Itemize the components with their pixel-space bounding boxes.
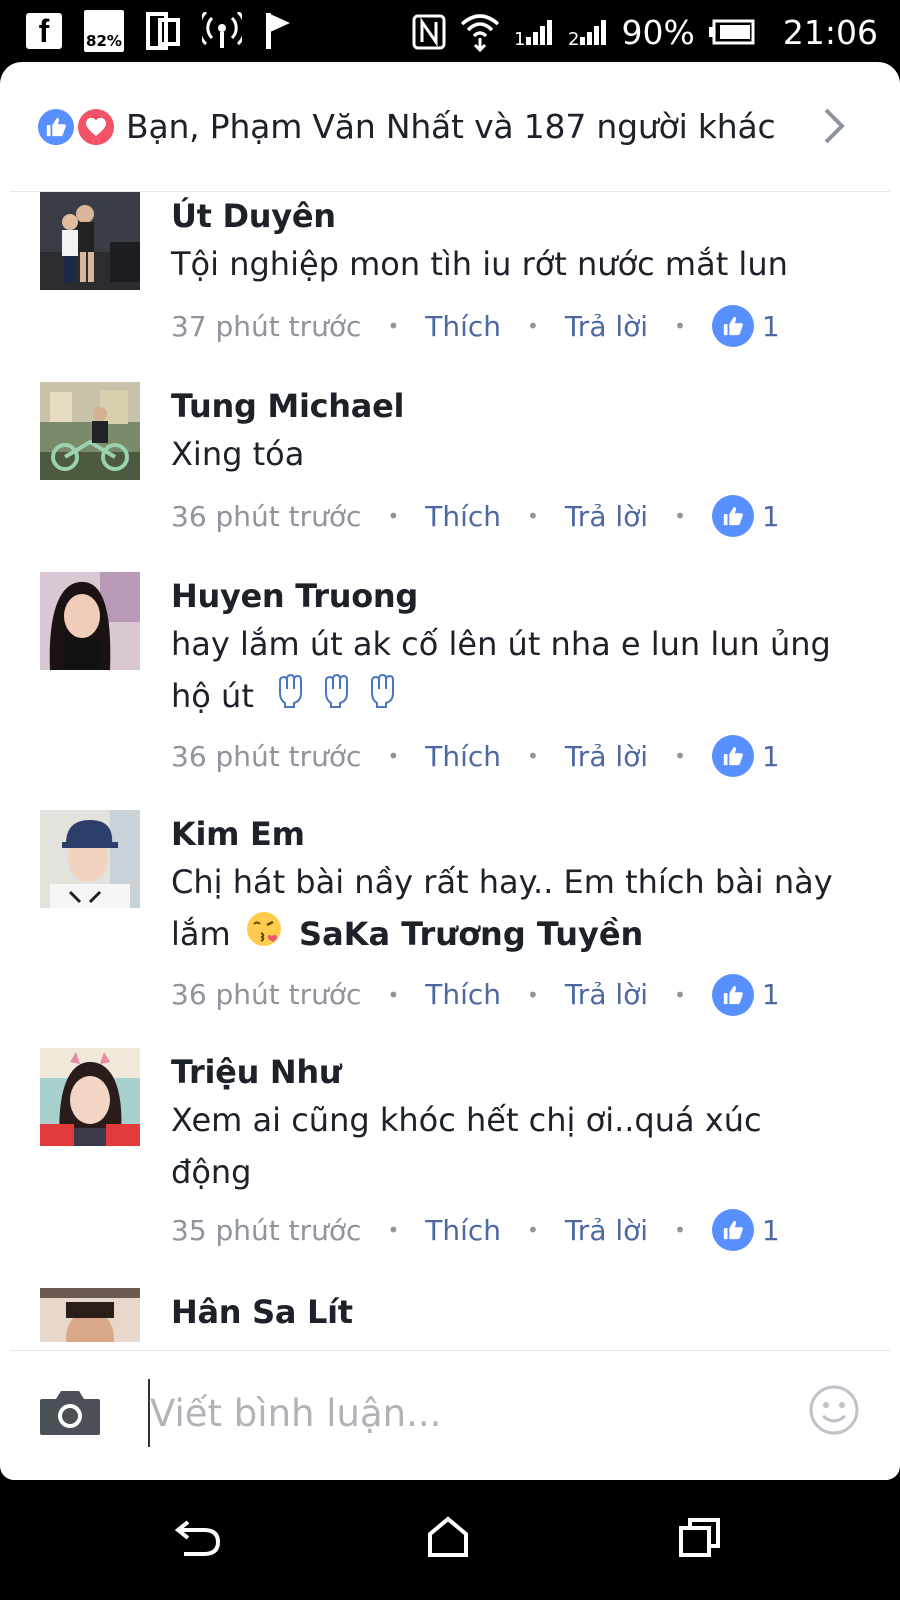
like-count: 1 [761,309,780,343]
comment-meta: 36 phút trước • Thích • Trả lời • 1 [171,973,861,1017]
commenter-name[interactable]: Hân Sa Lít [171,1292,861,1332]
like-count: 1 [761,739,780,773]
raised-fist-icon [276,672,306,724]
reply-button[interactable]: Trả lời [565,500,648,533]
comment-meta: 36 phút trước • Thích • Trả lời • 1 [171,494,861,538]
status-bar: f 82% 1 2 90% 21:06 [0,0,900,62]
like-count-icon[interactable] [711,495,754,537]
like-icon [36,106,76,147]
svg-text:2: 2 [568,29,579,47]
kissing-face-icon [245,910,283,963]
comments-sheet: Bạn, Phạm Văn Nhất và 187 người khác Út … [0,62,900,1480]
reactions-summary[interactable]: Bạn, Phạm Văn Nhất và 187 người khác [10,62,890,192]
clock: 21:06 [782,12,878,52]
battery-icon [708,19,755,45]
avatar[interactable] [40,192,140,290]
reactions-summary-text: Bạn, Phạm Văn Nhất và 187 người khác [126,107,776,146]
flag-app-icon [264,11,294,51]
raised-fist-icon [322,672,352,724]
comment-list[interactable]: Út Duyên Tội nghiệp mon tìh iu rớt nước … [0,192,900,1342]
recents-icon[interactable] [678,1516,722,1562]
signal-2-icon: 2 [568,17,608,47]
smiley-icon[interactable] [808,1384,860,1440]
comment-time: 36 phút trước [171,978,362,1011]
like-button[interactable]: Thích [425,500,501,533]
raised-fist-icon [368,672,398,724]
signal-1-icon: 1 [514,17,554,47]
back-icon[interactable] [174,1516,222,1562]
like-count: 1 [761,499,780,533]
comment-meta: 37 phút trước • Thích • Trả lời • 1 [171,304,861,348]
commenter-name[interactable]: Út Duyên [171,196,861,236]
commenter-name[interactable]: Huyen Truong [171,576,861,616]
like-count-icon[interactable] [711,1209,754,1251]
comment-composer [10,1350,890,1480]
wifi-icon [460,12,500,52]
mentioned-user[interactable]: SaKa Trương Tuyền [299,915,643,953]
commenter-name[interactable]: Kim Em [171,814,861,854]
comment-time: 35 phút trước [171,1213,362,1247]
navigation-bar [0,1480,900,1600]
reply-button[interactable]: Trả lời [565,310,648,343]
comment-input[interactable] [148,1379,768,1447]
home-icon[interactable] [426,1516,470,1562]
nfc-icon [412,14,446,50]
comment-text: hay lắm út ak cố lên út nha e lun lun ủn… [171,618,861,724]
avatar[interactable] [40,1288,140,1342]
comment-text: Tội nghiệp mon tìh iu rớt nước mắt lun [171,245,788,283]
reaction-icons [36,105,126,149]
comment-time: 36 phút trước [171,739,362,773]
reply-button[interactable]: Trả lời [565,1214,648,1247]
hotspot-icon [202,12,242,50]
reply-button[interactable]: Trả lời [565,978,648,1011]
like-button[interactable]: Thích [425,978,501,1011]
avatar[interactable] [40,1048,140,1146]
like-button[interactable]: Thích [425,740,501,773]
camera-icon[interactable] [38,1387,102,1441]
comment-text: Xem ai cũng khóc hết chị ơi..quá xúc độn… [171,1101,762,1191]
avatar[interactable] [40,810,140,908]
like-count: 1 [761,978,780,1011]
comment-meta: 36 phút trước • Thích • Trả lời • 1 [171,734,861,778]
comment-time: 36 phút trước [171,499,362,533]
like-button[interactable]: Thích [425,310,501,343]
reply-button[interactable]: Trả lời [565,740,648,773]
battery-percent: 90% [621,12,695,52]
comment-text: Chị hát bài nầy rất hay.. Em thích bài n… [171,856,861,963]
like-button[interactable]: Thích [425,1214,501,1247]
like-count-icon[interactable] [711,305,754,347]
commenter-name[interactable]: Tung Michael [171,386,861,426]
avatar[interactable] [40,572,140,670]
avatar[interactable] [40,382,140,480]
love-icon [76,106,116,147]
dual-screen-icon [146,12,180,50]
chevron-right-icon[interactable] [822,106,846,150]
facebook-icon: f [26,13,62,49]
like-count: 1 [761,1213,780,1247]
battery-saver-icon: 82% [84,10,124,52]
comment-meta: 35 phút trước • Thích • Trả lời • 1 [171,1208,861,1252]
like-count-icon[interactable] [711,973,754,1016]
commenter-name[interactable]: Triệu Như [171,1052,861,1092]
like-count-icon[interactable] [711,735,754,777]
svg-text:1: 1 [514,29,525,47]
comment-time: 37 phút trước [171,309,362,343]
comment-text: Xing tóa [171,435,305,473]
